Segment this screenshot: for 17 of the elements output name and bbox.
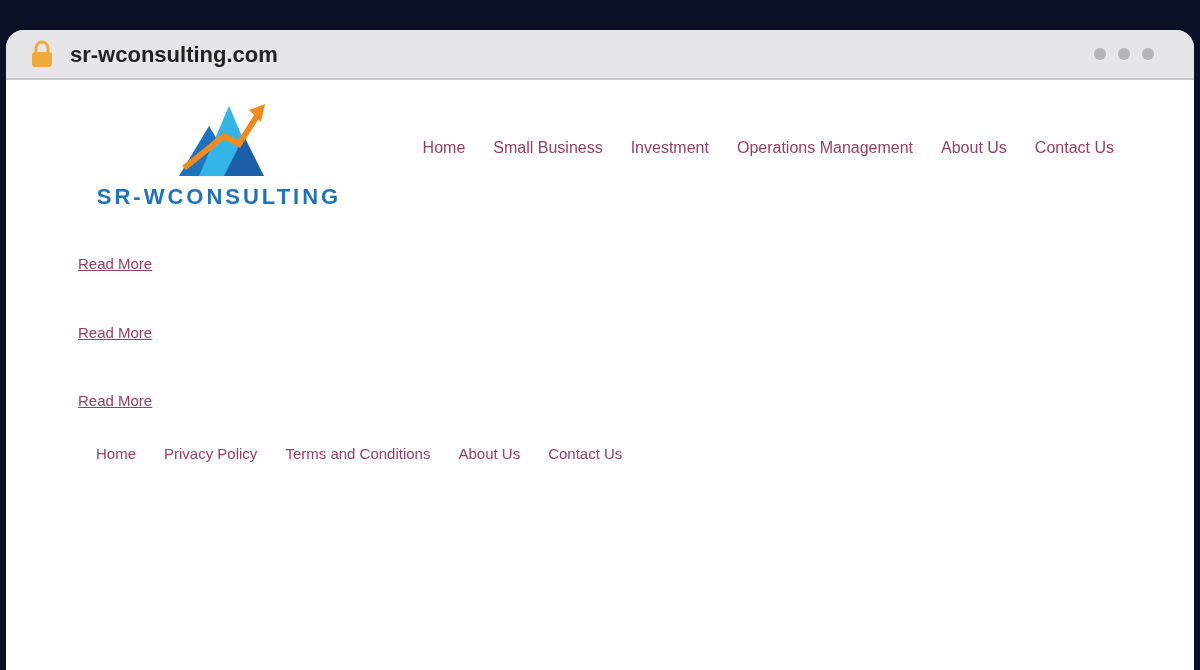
read-more-link[interactable]: Read More [78,390,153,413]
nav-link[interactable]: About Us [941,136,1007,160]
nav-link[interactable]: Home [422,136,466,160]
nav-link[interactable]: Contact Us [1034,136,1114,160]
footer-link[interactable]: Terms and Conditions [285,442,431,465]
url-text[interactable]: sr-wconsulting.com [70,37,278,71]
nav-link[interactable]: Operations Management [736,136,914,160]
nav-link[interactable]: Small Business [493,136,603,160]
footer-link[interactable]: Home [96,442,136,465]
read-more-link[interactable]: Read More [78,253,153,276]
footer-link[interactable]: About Us [458,442,521,465]
footer-link[interactable]: Contact Us [548,442,623,465]
footer-link[interactable]: Privacy Policy [164,442,258,465]
nav-link[interactable]: Investment [630,136,709,160]
lock-icon [30,40,54,68]
logo-text: SR-WCONSULTING [96,183,342,211]
read-more-link[interactable]: Read More [78,321,153,344]
